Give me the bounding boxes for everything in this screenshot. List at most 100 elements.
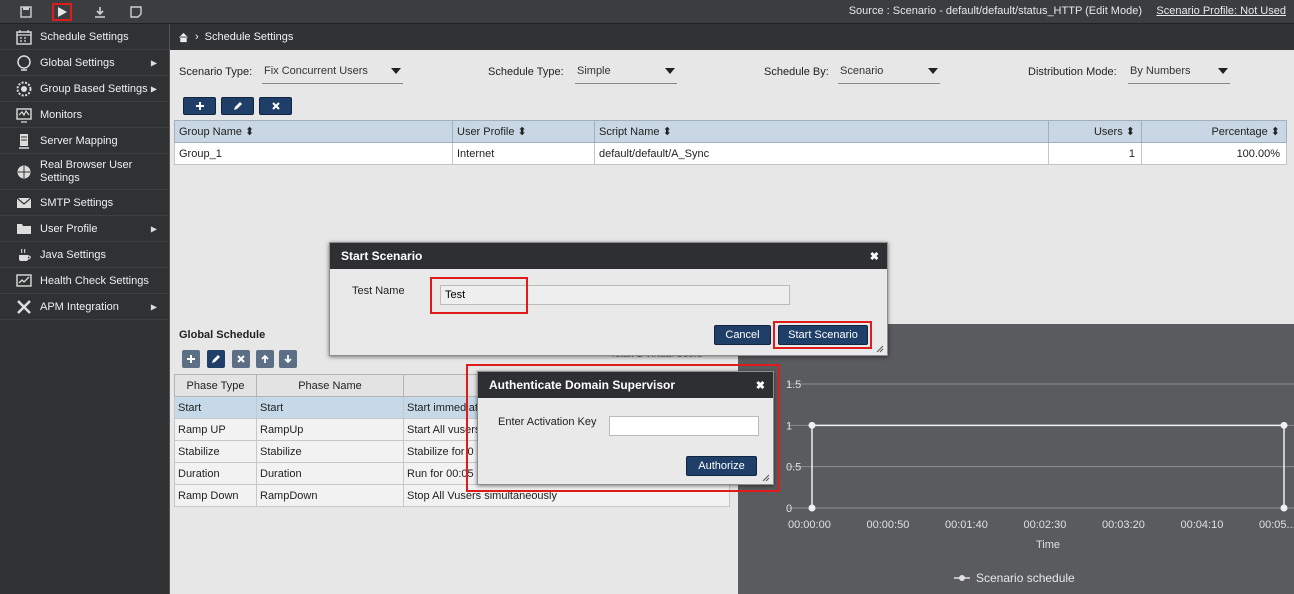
sidebar-item-group-based-settings[interactable]: Group Based Settings ▶	[0, 76, 169, 102]
resize-handle-icon[interactable]	[876, 345, 884, 353]
header-label: Percentage	[1211, 126, 1268, 138]
highlight-start-scenario	[773, 321, 872, 349]
sidebar-item-monitors[interactable]: Monitors	[0, 102, 169, 128]
delete-group-button[interactable]	[259, 97, 292, 115]
x-tick-label: 00:01:40	[945, 519, 988, 531]
server-icon	[15, 132, 33, 150]
caret-down-icon	[928, 68, 938, 74]
cell-phase-name: Start	[256, 396, 404, 419]
group-table: Group Name ⬍ User Profile ⬍ Script Name …	[174, 120, 1287, 165]
breadcrumb-separator: ›	[195, 31, 199, 43]
sidebar-item-real-browser-user-settings[interactable]: Real Browser User Settings	[0, 154, 169, 190]
column-header-phase-type[interactable]: Phase Type	[174, 374, 257, 397]
column-header-percentage[interactable]: Percentage ⬍	[1141, 120, 1287, 143]
column-header-group-name[interactable]: Group Name ⬍	[174, 120, 453, 143]
cell-user-profile: Internet	[452, 142, 595, 165]
sidebar-item-apm-integration[interactable]: APM Integration ▶	[0, 294, 169, 320]
health-chart-icon	[15, 272, 33, 290]
schedule-by-label: Schedule By:	[764, 66, 829, 78]
y-tick-label: 0.5	[786, 462, 801, 474]
browser-icon	[15, 163, 33, 181]
schedule-by-select[interactable]: Scenario	[838, 64, 940, 84]
plus-icon	[195, 102, 204, 110]
pencil-icon	[233, 102, 242, 110]
scenario-type-select[interactable]: Fix Concurrent Users	[262, 64, 403, 84]
folder-icon	[15, 220, 33, 238]
sidebar-item-java-settings[interactable]: Java Settings	[0, 242, 169, 268]
data-point	[1280, 421, 1288, 429]
cell-phase-name: RampUp	[256, 418, 404, 441]
table-header-row: Group Name ⬍ User Profile ⬍ Script Name …	[174, 120, 1287, 143]
sidebar-item-smtp-settings[interactable]: SMTP Settings	[0, 190, 169, 216]
sidebar-item-schedule-settings[interactable]: Schedule Settings	[0, 24, 169, 50]
play-icon[interactable]	[52, 3, 72, 21]
cell-phase-type: Stabilize	[174, 440, 257, 463]
header-label: Script Name	[599, 126, 660, 138]
scenario-type-label: Scenario Type:	[179, 66, 253, 78]
move-up-button[interactable]	[256, 350, 274, 368]
dialog-header: Start Scenario ✖	[330, 243, 887, 269]
save-icon[interactable]	[16, 3, 36, 21]
sidebar-item-label: APM Integration	[40, 300, 119, 313]
schedule-by-value: Scenario	[840, 65, 884, 77]
caret-down-icon	[665, 68, 675, 74]
scenario-profile-link[interactable]: Scenario Profile: Not Used	[1156, 5, 1286, 17]
schedule-type-select[interactable]: Simple	[575, 64, 677, 84]
legend-marker-dot	[959, 575, 965, 581]
arrow-up-icon	[261, 354, 269, 363]
close-icon	[237, 355, 245, 363]
plus-icon	[187, 355, 195, 363]
gear-group-icon	[15, 80, 33, 98]
chevron-right-icon: ▶	[150, 84, 157, 93]
column-header-script-name[interactable]: Script Name ⬍	[594, 120, 1049, 143]
top-toolbar: Source : Scenario - default/default/stat…	[0, 0, 1294, 24]
distribution-mode-select[interactable]: By Numbers	[1128, 64, 1230, 84]
note-icon[interactable]	[126, 3, 146, 21]
monitor-icon	[15, 106, 33, 124]
sidebar-item-server-mapping[interactable]: Server Mapping	[0, 128, 169, 154]
cell-phase-type: Duration	[174, 462, 257, 485]
y-tick-label: 1	[786, 420, 792, 432]
download-icon[interactable]	[90, 3, 110, 21]
breadcrumb-current: Schedule Settings	[204, 31, 294, 43]
column-header-phase-name[interactable]: Phase Name	[256, 374, 404, 397]
schedule-type-label: Schedule Type:	[488, 66, 564, 78]
schedule-type-value: Simple	[577, 65, 611, 77]
column-header-users[interactable]: Users ⬍	[1048, 120, 1142, 143]
test-name-label: Test Name	[352, 285, 405, 297]
cell-phase-type: Ramp UP	[174, 418, 257, 441]
sidebar: Schedule Settings Global Settings ▶ Grou…	[0, 24, 170, 594]
y-tick-label: 0	[786, 503, 792, 515]
cell-percentage: 100.00%	[1141, 142, 1287, 165]
cancel-button[interactable]: Cancel	[714, 325, 771, 345]
table-row[interactable]: Group_1 Internet default/default/A_Sync …	[174, 142, 1287, 165]
sidebar-item-label: Real Browser User Settings	[40, 158, 133, 184]
move-down-button[interactable]	[279, 350, 297, 368]
sidebar-item-health-check-settings[interactable]: Health Check Settings	[0, 268, 169, 294]
x-tick-label: 00:00:00	[788, 519, 831, 531]
breadcrumb: › Schedule Settings	[170, 24, 1294, 50]
tools-icon	[15, 298, 33, 316]
distribution-mode-value: By Numbers	[1130, 65, 1191, 77]
edit-group-button[interactable]	[221, 97, 254, 115]
data-point	[808, 504, 816, 512]
sidebar-item-label: Java Settings	[40, 248, 107, 261]
add-phase-button[interactable]	[182, 350, 200, 368]
caret-down-icon	[1218, 68, 1228, 74]
close-icon[interactable]: ✖	[870, 250, 879, 263]
column-header-user-profile[interactable]: User Profile ⬍	[452, 120, 595, 143]
sidebar-item-label: Monitors	[40, 108, 83, 121]
cell-phase-name: RampDown	[256, 484, 404, 507]
delete-phase-button[interactable]	[232, 350, 250, 368]
sidebar-item-user-profile[interactable]: User Profile ▶	[0, 216, 169, 242]
cell-phase-name: Stabilize	[256, 440, 404, 463]
edit-phase-button[interactable]	[207, 350, 225, 368]
header-label: Group Name	[179, 126, 242, 138]
sidebar-item-label: Schedule Settings	[40, 30, 129, 43]
sidebar-item-global-settings[interactable]: Global Settings ▶	[0, 50, 169, 76]
x-tick-label: 00:02:30	[1024, 519, 1067, 531]
home-icon[interactable]	[178, 32, 189, 43]
y-tick-label: 1.5	[786, 379, 801, 391]
add-group-button[interactable]	[183, 97, 216, 115]
schedule-chart-svg: 0 0.5 1 1.5 00:00:00 00:00:50 00:01:40 00:02:30…	[786, 379, 1294, 585]
